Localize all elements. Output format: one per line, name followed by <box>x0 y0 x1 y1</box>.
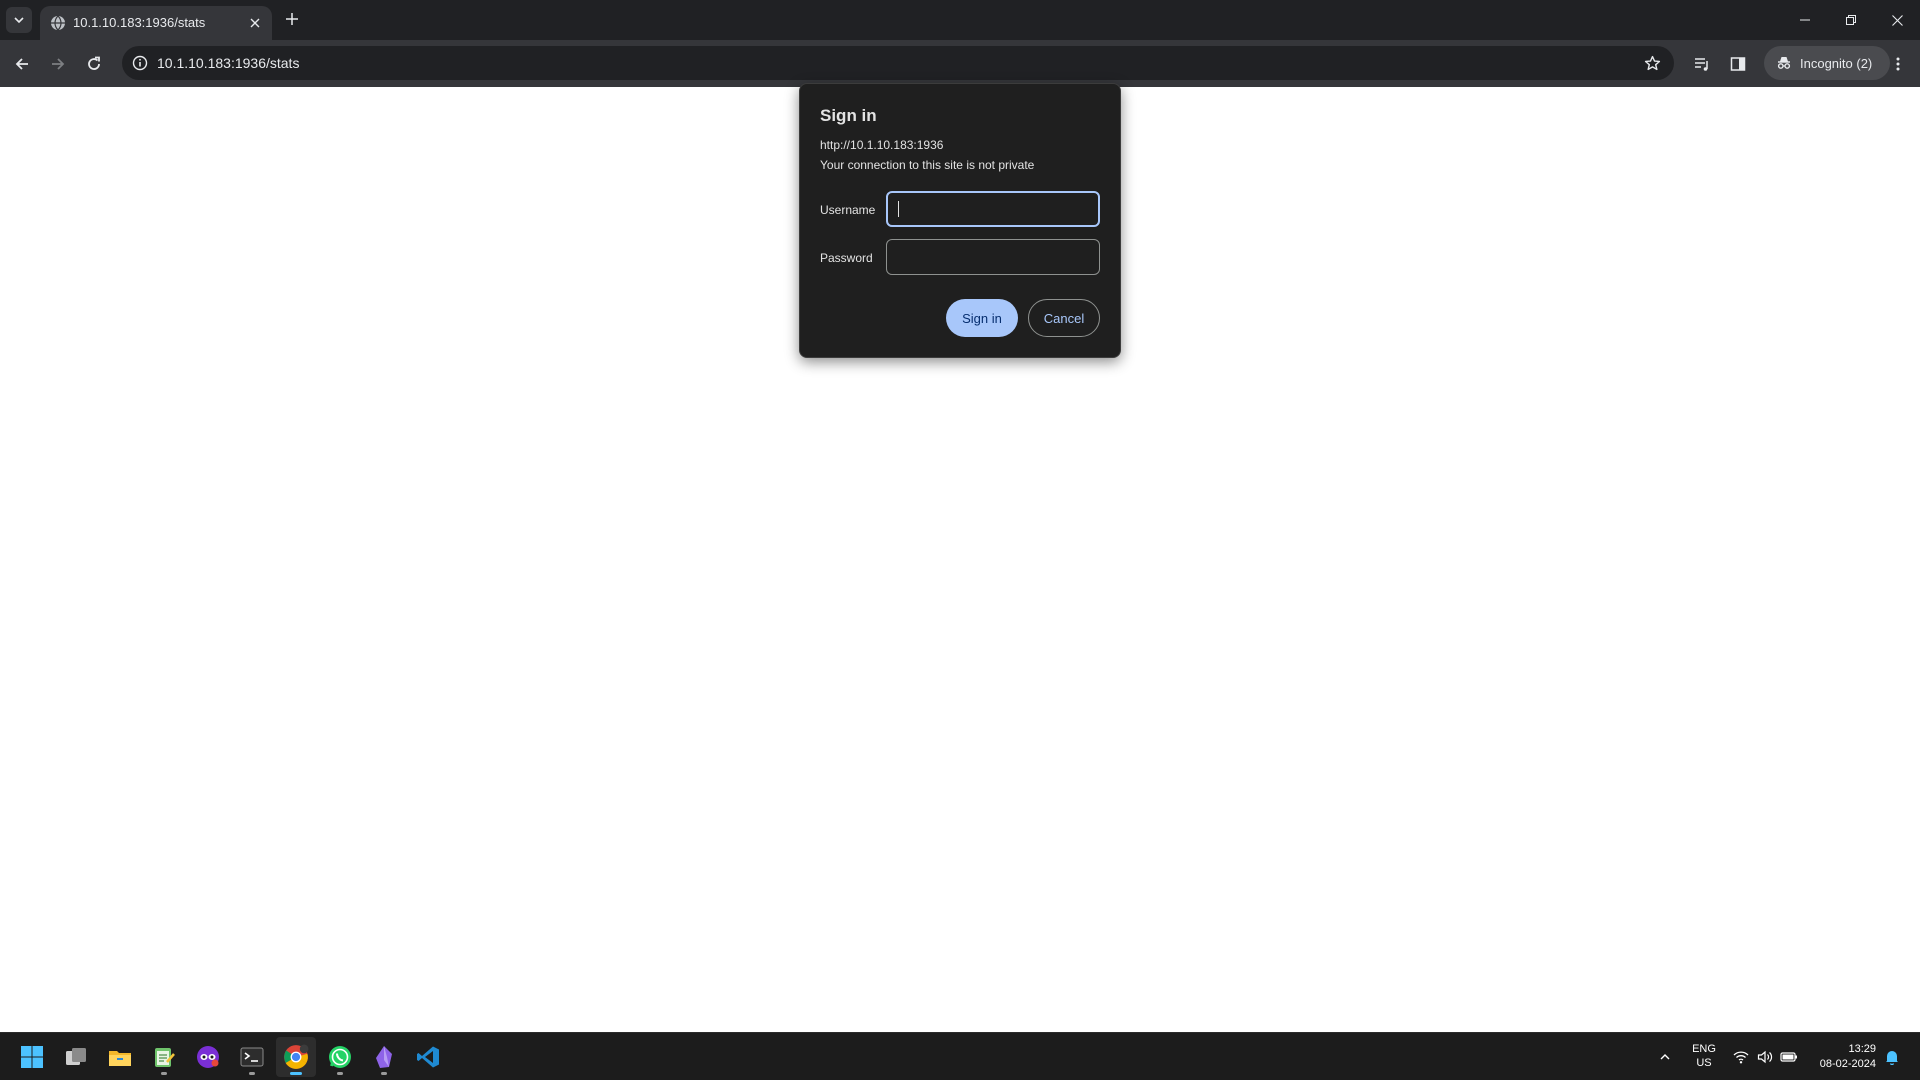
wifi-icon <box>1733 1051 1749 1064</box>
arrow-right-icon <box>52 58 65 70</box>
obsidian-icon <box>376 1046 392 1068</box>
username-label: Username <box>820 203 876 217</box>
minimize-icon <box>1800 19 1810 21</box>
start-icon <box>21 1046 43 1068</box>
tab-close-button[interactable] <box>246 14 264 32</box>
new-tab-button[interactable] <box>282 9 302 29</box>
vscode-button[interactable] <box>408 1037 448 1077</box>
taskbar: ENG US 13:29 08-02-2024 <box>0 1032 1920 1080</box>
running-indicator <box>381 1072 387 1075</box>
running-indicator <box>337 1072 343 1075</box>
plus-icon <box>286 13 298 25</box>
close-icon <box>250 18 260 28</box>
mask-app-button[interactable] <box>188 1037 228 1077</box>
start-button[interactable] <box>12 1037 52 1077</box>
more-vertical-icon <box>1896 57 1900 71</box>
incognito-indicator[interactable]: Incognito (2) <box>1764 46 1890 80</box>
volume-icon <box>1757 1050 1773 1064</box>
dialog-title: Sign in <box>820 106 877 125</box>
task-view-icon <box>66 1048 86 1065</box>
terminal-icon <box>240 1047 264 1067</box>
file-explorer-icon <box>109 1051 131 1066</box>
battery-icon <box>1780 1052 1797 1062</box>
media-controls-button[interactable] <box>1688 50 1716 78</box>
star-icon <box>1644 55 1660 70</box>
back-button[interactable] <box>8 50 36 78</box>
side-panel-button[interactable] <box>1724 50 1752 78</box>
language-code: ENG <box>1692 1043 1716 1055</box>
chrome-icon <box>284 1044 309 1069</box>
sign-in-button[interactable]: Sign in <box>946 299 1018 337</box>
battery-button[interactable] <box>1779 1047 1799 1067</box>
vscode-icon <box>417 1046 439 1068</box>
volume-button[interactable] <box>1755 1047 1775 1067</box>
show-hidden-icons-button[interactable] <box>1655 1047 1675 1067</box>
globe-icon <box>51 15 65 31</box>
site-info-button[interactable] <box>130 53 150 73</box>
bookmark-button[interactable] <box>1642 53 1662 73</box>
browser-toolbar: 10.1.10.183:1936/stats Incognito (2) <box>0 40 1920 87</box>
url-text[interactable]: 10.1.10.183:1936/stats <box>157 55 299 71</box>
chevron-up-icon <box>1660 1054 1670 1060</box>
chrome-button[interactable] <box>276 1037 316 1077</box>
clock-time: 13:29 <box>1848 1043 1876 1055</box>
clock-date: 08-02-2024 <box>1819 1058 1876 1070</box>
password-input[interactable] <box>886 239 1100 275</box>
cancel-button[interactable]: Cancel <box>1028 299 1100 337</box>
task-view-button[interactable] <box>56 1037 96 1077</box>
file-explorer-button[interactable] <box>100 1037 140 1077</box>
media-queue-icon <box>1695 58 1708 71</box>
browser-tab[interactable]: 10.1.10.183:1936/stats <box>40 6 272 40</box>
text-caret <box>898 201 899 217</box>
terminal-button[interactable] <box>232 1037 272 1077</box>
obsidian-button[interactable] <box>364 1037 404 1077</box>
whatsapp-button[interactable] <box>320 1037 360 1077</box>
language-indicator[interactable]: ENG US <box>1688 1042 1720 1070</box>
password-label: Password <box>820 251 873 265</box>
dialog-warning: Your connection to this site is not priv… <box>820 158 1035 172</box>
reload-icon <box>88 56 100 70</box>
close-window-button[interactable] <box>1874 0 1920 40</box>
tab-strip: 10.1.10.183:1936/stats <box>0 0 1920 40</box>
reload-button[interactable] <box>80 50 108 78</box>
address-bar[interactable]: 10.1.10.183:1936/stats <box>122 46 1674 80</box>
bell-icon <box>1886 1051 1898 1065</box>
chevron-down-icon <box>14 17 24 24</box>
forward-button[interactable] <box>44 50 72 78</box>
notifications-button[interactable] <box>1882 1047 1902 1067</box>
sign-in-dialog: Sign in http://10.1.10.183:1936 Your con… <box>799 83 1121 358</box>
tab-title: 10.1.10.183:1936/stats <box>73 15 206 30</box>
clock[interactable]: 13:29 08-02-2024 <box>1808 1042 1876 1072</box>
restore-icon <box>1846 15 1856 25</box>
mask-app-icon <box>197 1046 219 1068</box>
arrow-left-icon <box>15 58 28 70</box>
side-panel-icon <box>1730 57 1746 71</box>
notepad-icon <box>155 1048 175 1067</box>
minimize-button[interactable] <box>1782 0 1828 40</box>
language-region: US <box>1696 1057 1712 1069</box>
running-indicator <box>161 1072 167 1075</box>
browser-menu-button[interactable] <box>1884 50 1912 78</box>
info-icon <box>132 55 148 71</box>
running-indicator <box>249 1072 255 1075</box>
tab-search-button[interactable] <box>6 7 32 33</box>
dialog-origin: http://10.1.10.183:1936 <box>820 138 944 152</box>
notepad-button[interactable] <box>144 1037 184 1077</box>
restore-button[interactable] <box>1828 0 1874 40</box>
incognito-label: Incognito (2) <box>1800 55 1873 71</box>
incognito-icon <box>1777 57 1791 69</box>
close-icon <box>1891 14 1903 26</box>
whatsapp-icon <box>329 1046 351 1068</box>
username-input[interactable] <box>886 191 1100 227</box>
active-indicator <box>290 1072 302 1075</box>
wifi-button[interactable] <box>1731 1047 1751 1067</box>
